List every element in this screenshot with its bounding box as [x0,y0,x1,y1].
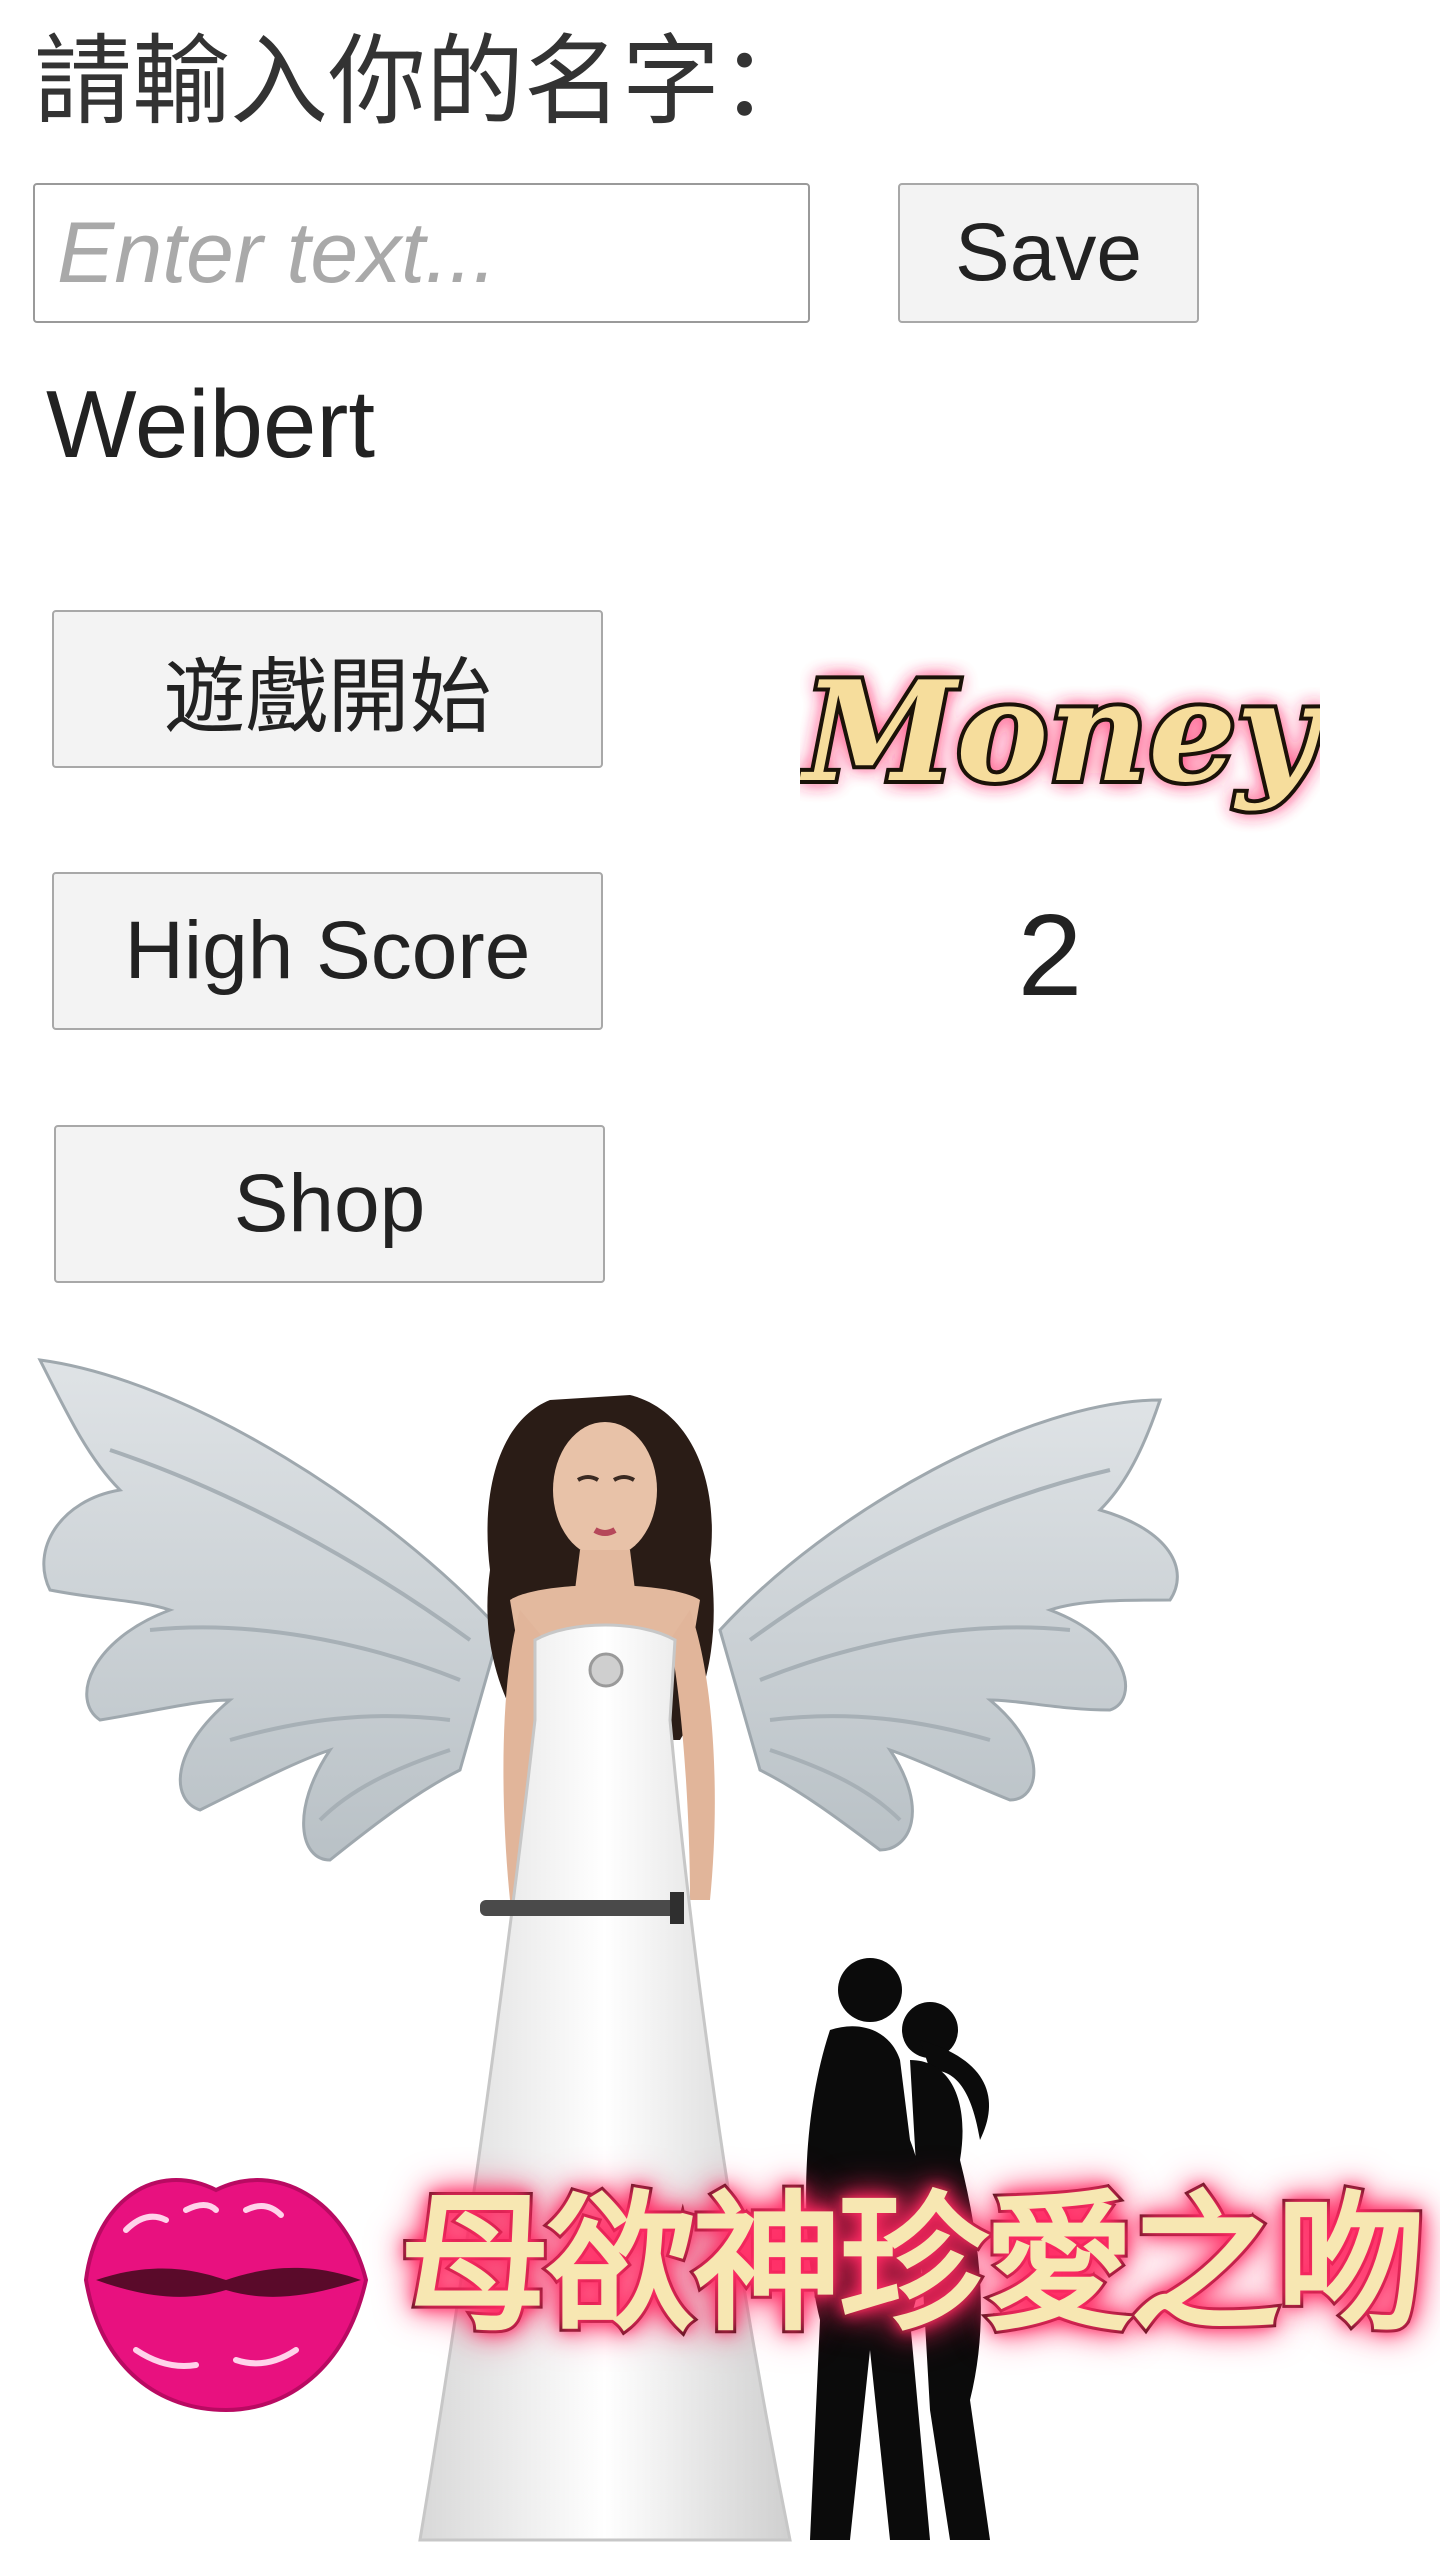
start-game-button[interactable]: 遊戲開始 [52,610,603,768]
high-score-button[interactable]: High Score [52,872,603,1030]
left-wing-shape [37,1358,502,1862]
svg-text:Money: Money [800,650,1320,813]
name-input[interactable] [33,183,810,323]
right-wing-shape [718,1398,1179,1852]
money-logo: Money Money [800,646,1320,817]
name-prompt: 請輸入你的名字： [34,25,819,139]
player-name: Weibert [46,371,376,478]
shop-button[interactable]: Shop [54,1125,605,1283]
main-screen: 請輸入你的名字： Save Weibert 遊戲開始 High Score Sh… [0,0,1440,2560]
game-title-banner: 母欲神珍愛之吻 [397,2175,1429,2355]
save-button[interactable]: Save [898,183,1199,323]
lips-icon [83,2178,369,2413]
money-value: 2 [1017,890,1083,1020]
